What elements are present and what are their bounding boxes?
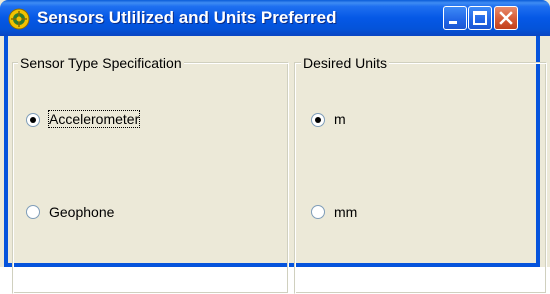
minimize-button[interactable] <box>443 6 467 30</box>
radio-selected-dot <box>315 117 321 123</box>
title-bar[interactable]: Sensors Utlilized and Units Preferred <box>0 0 550 36</box>
app-icon <box>8 8 30 30</box>
geophone-radio[interactable] <box>26 205 40 219</box>
radio-selected-dot <box>30 117 36 123</box>
meters-label[interactable]: m <box>334 111 346 127</box>
close-icon <box>499 11 513 25</box>
desired-units-legend: Desired Units <box>301 55 390 71</box>
desired-units-group <box>294 62 547 294</box>
client-area: Sensor Type Specification Accelerometer … <box>4 36 547 294</box>
accelerometer-label[interactable]: Accelerometer <box>47 110 141 128</box>
close-button[interactable] <box>494 6 518 30</box>
meters-radio[interactable] <box>311 113 325 127</box>
geophone-label[interactable]: Geophone <box>49 204 114 220</box>
maximize-button[interactable] <box>468 6 492 30</box>
accelerometer-radio[interactable] <box>26 113 40 127</box>
minimize-icon <box>449 21 457 24</box>
window-title: Sensors Utlilized and Units Preferred <box>37 8 337 27</box>
sensor-type-group <box>12 62 289 294</box>
millimeters-radio[interactable] <box>311 205 325 219</box>
maximize-icon <box>473 11 487 25</box>
sensor-type-legend: Sensor Type Specification <box>18 55 184 71</box>
millimeters-label[interactable]: mm <box>334 204 357 220</box>
dialog-window: Sensors Utlilized and Units Preferred Se… <box>0 0 550 294</box>
